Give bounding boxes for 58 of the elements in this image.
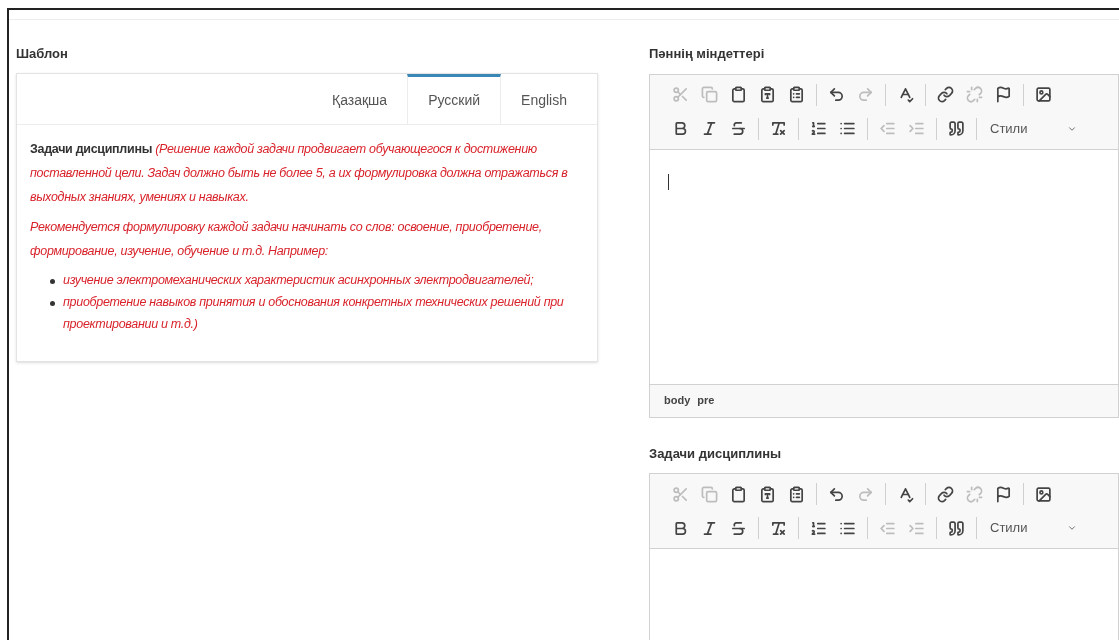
clear-format-icon — [770, 120, 787, 137]
bulleted-list-icon — [839, 120, 856, 137]
paste-icon — [730, 86, 747, 103]
rich-text-editor[interactable]: Стили body pre — [649, 73, 1119, 418]
copy-icon — [701, 86, 718, 103]
redo-icon — [857, 485, 874, 503]
cut-icon — [672, 485, 689, 503]
flag-icon — [995, 86, 1012, 103]
outdent-icon — [879, 120, 896, 137]
spellcheck-icon — [897, 485, 914, 503]
paste-text-icon — [759, 86, 776, 103]
numbered-list-icon — [810, 519, 827, 537]
paste-text-icon — [759, 485, 776, 503]
indent-icon — [908, 120, 925, 137]
clear-format-icon — [770, 519, 787, 537]
numbered-list-icon — [810, 120, 827, 137]
section-title: Шаблон — [16, 45, 69, 63]
field-label: Пәннің міндеттері — [649, 45, 766, 63]
list-item: изучение электромеханических характеристик асинхронных электродвигателей; — [63, 271, 534, 289]
strikethrough-icon — [730, 519, 747, 537]
bullet-icon — [50, 300, 55, 306]
image-icon — [1035, 86, 1052, 103]
unlink-icon — [966, 485, 983, 503]
spellcheck-icon — [897, 86, 914, 103]
cut-icon — [672, 86, 689, 103]
rich-text-editor[interactable]: Стили — [649, 473, 1119, 640]
field-label: Задачи дисциплины — [649, 444, 783, 463]
paste-word-icon — [788, 86, 805, 103]
list-item: приобретение навыков принятия и обоснования конкретных технических решений при проектировании и т.д.) — [63, 293, 565, 333]
strikethrough-icon — [730, 120, 747, 137]
bold-icon — [672, 519, 689, 537]
bullet-icon — [50, 278, 55, 284]
link-icon — [937, 86, 954, 103]
quote-icon — [948, 519, 965, 537]
instruction-text: Рекомендуется формулировку каждой задачи начинать со слов: освоение, приобретение, формирование, изучение, обучение и т.д. Например: — [30, 218, 543, 260]
language-tab[interactable]: Қазақша — [312, 73, 408, 124]
link-icon — [937, 485, 954, 503]
unlink-icon — [966, 86, 983, 103]
copy-icon — [701, 485, 718, 503]
italic-icon — [701, 519, 718, 537]
path-item[interactable]: pre — [697, 392, 715, 409]
instruction-text: Задачи дисциплины (Решение каждой задачи продвигает обучающегося к достижению поставленной цели. Задач должно быть не более 5, а их формулировка должна отражаться в выходных знаниях, умениях и навыках. — [30, 140, 569, 206]
language-tab[interactable]: Русский — [407, 73, 502, 124]
undo-icon — [828, 86, 845, 103]
styles-dropdown[interactable]: Стили — [982, 518, 1078, 538]
styles-dropdown[interactable]: Стили — [982, 118, 1078, 139]
paste-word-icon — [788, 485, 805, 503]
bold-icon — [672, 120, 689, 137]
language-tab[interactable]: English — [501, 73, 587, 124]
italic-icon — [701, 120, 718, 137]
caret-icon — [1067, 523, 1078, 533]
path-item[interactable]: body — [664, 392, 691, 409]
paste-icon — [730, 485, 747, 503]
undo-icon — [828, 485, 845, 503]
flag-icon — [995, 485, 1012, 503]
redo-icon — [857, 86, 874, 103]
quote-icon — [948, 120, 965, 137]
image-icon — [1035, 485, 1052, 503]
